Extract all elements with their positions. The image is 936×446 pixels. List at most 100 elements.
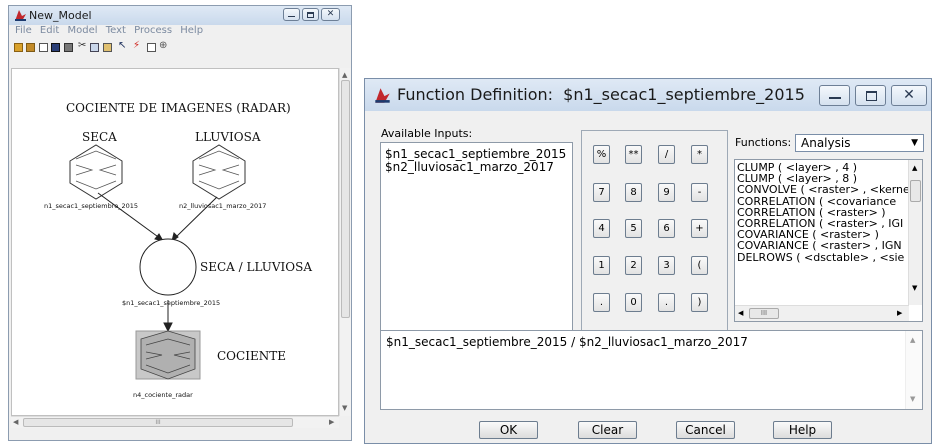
clear-button[interactable]: Clear [578,421,637,439]
function-definition-dialog: Function Definition: $n1_secac1_septiemb… [364,78,932,444]
scroll-left-icon[interactable]: ◀ [738,309,743,317]
function-dialog-title: Function Definition: $n1_secac1_septiemb… [397,85,805,104]
app-icon [375,88,390,103]
scroll-down-icon[interactable]: ▼ [342,404,347,412]
function-dialog-titlebar[interactable]: Function Definition: $n1_secac1_septiemb… [365,79,931,111]
expression-scrollbar[interactable]: ▲ ▼ [905,331,922,409]
menu-process[interactable]: Process [134,25,172,36]
key-multiply[interactable]: * [691,145,708,164]
scroll-down-icon[interactable]: ▼ [912,284,917,292]
scroll-up-icon[interactable]: ▲ [342,71,347,79]
open-icon[interactable] [26,43,35,52]
key-0[interactable]: 0 [625,293,642,312]
scroll-left-icon[interactable]: ◀ [13,418,18,426]
vertical-scroll-thumb[interactable] [341,80,350,318]
function-item[interactable]: COVARIANCE ( <raster> , IGN [737,240,922,251]
key-plus[interactable]: + [691,219,708,238]
close-button[interactable]: ✕ [891,85,927,106]
vertical-scroll-thumb[interactable] [910,180,921,202]
expression-editor[interactable]: $n1_secac1_septiembre_2015 / $n2_lluvios… [380,330,923,410]
model-window-titlebar[interactable]: New_Model ✕ [9,6,351,25]
key-1[interactable]: 1 [593,256,610,275]
ok-button[interactable]: OK [479,421,538,439]
cancel-button[interactable]: Cancel [676,421,735,439]
key-3[interactable]: 3 [658,256,675,275]
key-7[interactable]: 7 [593,183,610,202]
key-divide[interactable]: / [658,145,675,164]
key-9[interactable]: 9 [658,183,675,202]
key-decimal-2[interactable]: . [658,293,675,312]
print-icon[interactable] [64,43,73,52]
available-input-item[interactable]: $n2_lluviosac1_marzo_2017 [385,161,572,174]
key-5[interactable]: 5 [625,219,642,238]
key-decimal[interactable]: . [593,293,610,312]
scroll-right-icon[interactable]: ▶ [329,418,334,426]
scroll-right-icon[interactable]: ▶ [897,309,902,317]
menu-file[interactable]: File [15,25,32,36]
available-inputs-list[interactable]: $n1_secac1_septiembre_2015 $n2_lluviosac… [380,142,573,342]
input1-filename: n1_secac1_septiembre_2015 [44,202,139,210]
horizontal-scroll-thumb[interactable]: III [749,308,779,319]
new-icon[interactable] [39,43,48,52]
help-button[interactable]: Help [773,421,832,439]
output-label: COCIENTE [217,349,286,363]
functions-list[interactable]: CLUMP ( <layer> , 4 ) CLUMP ( <layer> , … [734,159,923,322]
pointer-icon[interactable]: ↖ [118,40,126,51]
available-inputs-label: Available Inputs: [381,127,473,140]
scroll-up-icon[interactable]: ▲ [912,164,917,172]
input2-raster-icon[interactable] [192,144,246,200]
save-icon[interactable] [51,43,60,52]
function-circle[interactable] [139,238,197,296]
key-8[interactable]: 8 [625,183,642,202]
key-minus[interactable]: - [691,183,708,202]
lightning-icon[interactable]: ⚡ [133,40,140,51]
maximize-button[interactable] [302,8,319,21]
canvas-vertical-scrollbar[interactable]: ▲ ▼ [339,68,351,416]
model-canvas[interactable]: COCIENTE DE IMAGENES (RADAR) SECA LLUVIO… [11,68,339,416]
model-window: New_Model ✕ File Edit Model Text Process… [8,5,352,441]
functions-horizontal-scrollbar[interactable]: ◀ III ▶ [735,305,909,321]
minimize-button[interactable] [283,8,300,21]
scroll-down-icon[interactable]: ▼ [910,395,915,403]
open-folder-icon[interactable] [14,43,23,52]
horizontal-scroll-thumb[interactable]: III [23,418,293,427]
menu-text[interactable]: Text [106,25,126,36]
menu-model[interactable]: Model [67,25,97,36]
function-item[interactable]: CONVOLVE ( <raster> , <kerne [737,184,922,195]
key-4[interactable]: 4 [593,219,610,238]
function-caption: $n1_secac1_septiembre_2015 [122,299,221,307]
function-item[interactable]: DELROWS ( <dsctable> , <sie [737,251,922,262]
paste-icon[interactable] [103,43,112,52]
key-close-paren[interactable]: ) [691,293,708,312]
fit-icon[interactable] [147,43,156,52]
key-percent[interactable]: % [593,145,610,164]
functions-category-select[interactable]: Analysis ▼ [795,134,924,152]
function-label: SECA / LLUVIOSA [200,260,313,274]
copy-icon[interactable] [90,43,99,52]
output-raster-icon[interactable] [135,330,201,380]
model-window-title: New_Model [29,9,92,22]
canvas-horizontal-scrollbar[interactable]: ◀ III ▶ [11,416,339,428]
scroll-up-icon[interactable]: ▲ [910,336,915,344]
functions-category-value: Analysis [801,136,851,150]
menu-edit[interactable]: Edit [40,25,59,36]
input1-raster-icon[interactable] [69,144,123,200]
key-open-paren[interactable]: ( [691,256,708,275]
minimize-icon [829,97,841,100]
key-power[interactable]: ** [625,145,642,164]
key-6[interactable]: 6 [658,219,675,238]
zoom-icon[interactable]: ⊕ [159,40,167,51]
menu-help[interactable]: Help [180,25,203,36]
model-diagram [69,144,246,380]
maximize-button[interactable] [855,85,886,106]
key-2[interactable]: 2 [625,256,642,275]
chevron-down-icon: ▼ [911,138,918,148]
close-button[interactable]: ✕ [321,8,340,21]
functions-vertical-scrollbar[interactable]: ▲ ▼ [908,160,922,305]
connector-arrow-3 [163,322,173,333]
input2-filename: n2_lluviosac1_marzo_2017 [179,202,267,210]
cut-icon[interactable]: ✂ [78,40,86,51]
output-filename: n4_cociente_radar [133,391,193,399]
maximize-icon [866,91,877,101]
minimize-button[interactable] [819,85,850,106]
